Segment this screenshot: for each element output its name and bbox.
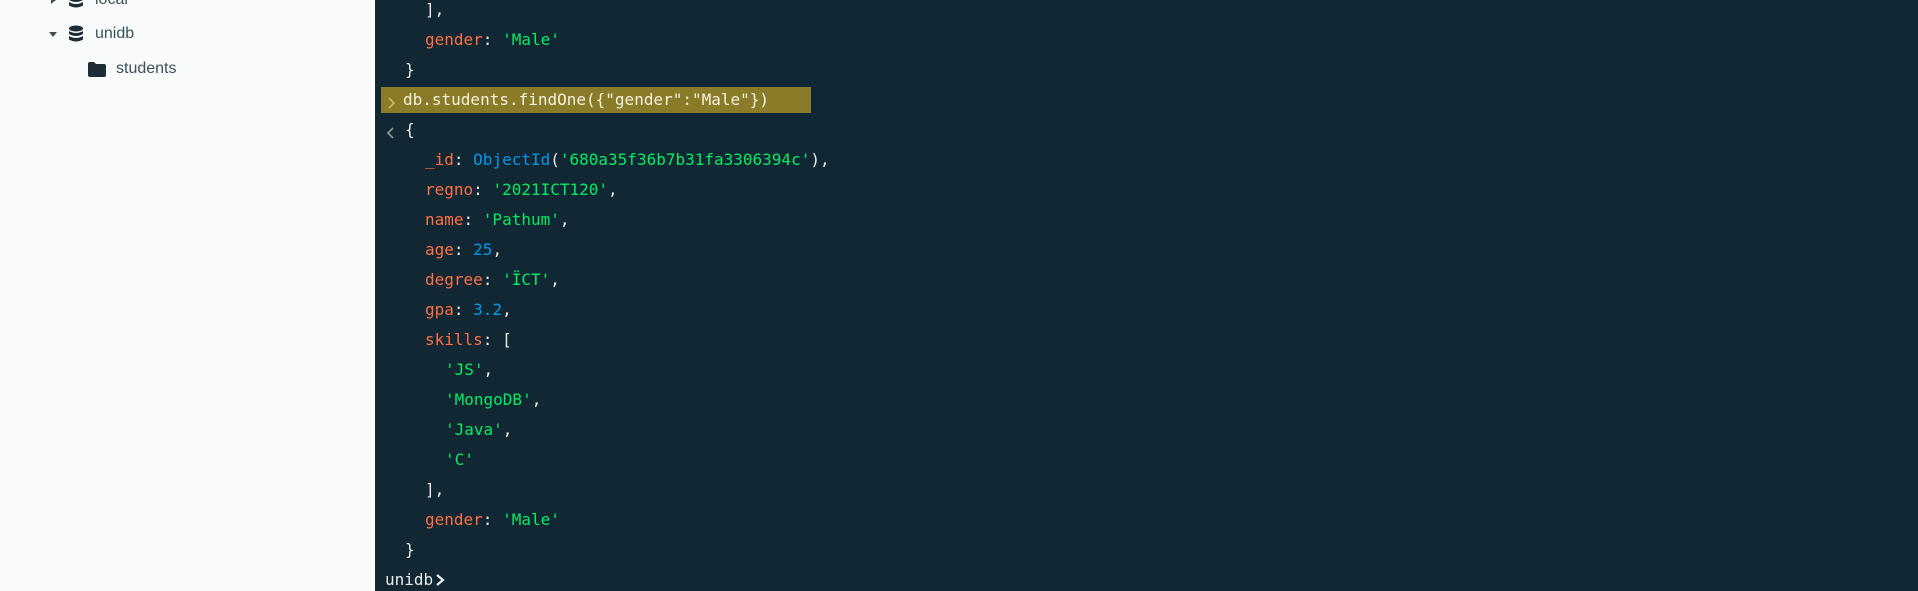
field-key: regno xyxy=(425,180,474,199)
field-value: 25 xyxy=(473,240,493,259)
output-line: gender: 'Male' xyxy=(425,30,560,49)
output-line: 'JS', xyxy=(445,360,494,379)
output-line: ], xyxy=(425,478,444,502)
field-value: 'Pathum' xyxy=(482,210,560,229)
objectid-fn: ObjectId xyxy=(473,150,551,169)
field-key: name xyxy=(425,210,464,229)
field-value: '2021ICT120' xyxy=(492,180,609,199)
output-line: } xyxy=(405,538,415,562)
output-line: 'MongoDB', xyxy=(445,390,542,409)
output-line: gender: 'Male' xyxy=(425,510,560,529)
field-value: 'Male' xyxy=(502,510,560,529)
field-key: gender xyxy=(425,510,483,529)
punctuation: ], xyxy=(425,0,445,19)
field-value: 'ÏCT' xyxy=(502,270,551,289)
output-line: gpa: 3.2, xyxy=(425,300,512,319)
field-key: _id xyxy=(425,150,454,169)
chevron-right-icon xyxy=(387,94,399,109)
chevron-left-icon xyxy=(386,124,396,143)
output-line: regno: '2021ICT120', xyxy=(425,180,618,199)
punctuation: } xyxy=(405,60,415,79)
sidebar-db-local[interactable]: local xyxy=(45,0,128,14)
prompt-arrow-icon xyxy=(435,573,445,587)
field-key: skills xyxy=(425,330,483,349)
punctuation: { xyxy=(405,120,415,139)
output-line: { xyxy=(405,118,415,142)
sidebar-db-unidb[interactable]: unidb xyxy=(45,20,134,48)
punctuation: } xyxy=(405,540,415,559)
field-value: 'Male' xyxy=(502,30,560,49)
shell-input-prompt[interactable]: unidb xyxy=(385,568,445,591)
folder-icon xyxy=(88,60,106,78)
output-line: name: 'Pathum', xyxy=(425,210,570,229)
output-line: age: 25, xyxy=(425,240,503,259)
caret-down-icon[interactable] xyxy=(45,26,61,42)
array-item: 'Java' xyxy=(445,420,503,439)
sidebar-collection-students[interactable]: students xyxy=(88,55,176,83)
database-icon xyxy=(67,25,85,43)
sidebar-db-label: unidb xyxy=(95,25,135,42)
array-item: 'C' xyxy=(445,450,474,469)
output-line: degree: 'ÏCT', xyxy=(425,270,560,289)
output-line: _id: ObjectId('680a35f36b7b31fa3306394c'… xyxy=(425,150,830,169)
database-icon xyxy=(67,0,85,9)
field-key: degree xyxy=(425,270,483,289)
array-item: 'MongoDB' xyxy=(445,390,532,409)
output-line: 'C' xyxy=(445,448,474,472)
punctuation: ], xyxy=(425,480,445,499)
output-line: ], xyxy=(425,0,444,22)
array-item: 'JS' xyxy=(445,360,484,379)
field-key: age xyxy=(425,240,454,259)
sidebar-collection-label: students xyxy=(116,60,177,77)
output-line: skills: [ xyxy=(425,330,512,349)
prompt-db-name: unidb xyxy=(385,570,434,589)
field-value: 3.2 xyxy=(473,300,503,319)
app: local unidb students xyxy=(0,0,1918,591)
field-value: '680a35f36b7b31fa3306394c' xyxy=(559,150,811,169)
caret-right-icon[interactable] xyxy=(45,0,61,8)
field-key: gender xyxy=(425,30,483,49)
sidebar: local unidb students xyxy=(0,0,376,591)
mongosh-shell[interactable]: ], gender: 'Male' } db.students.findOne(… xyxy=(375,0,1918,591)
sidebar-db-label: local xyxy=(95,0,128,9)
output-line: } xyxy=(405,58,415,82)
field-key: gpa xyxy=(425,300,454,319)
output-line: 'Java', xyxy=(445,420,513,439)
command-text[interactable]: db.students.findOne({"gender":"Male"}) xyxy=(403,88,769,112)
